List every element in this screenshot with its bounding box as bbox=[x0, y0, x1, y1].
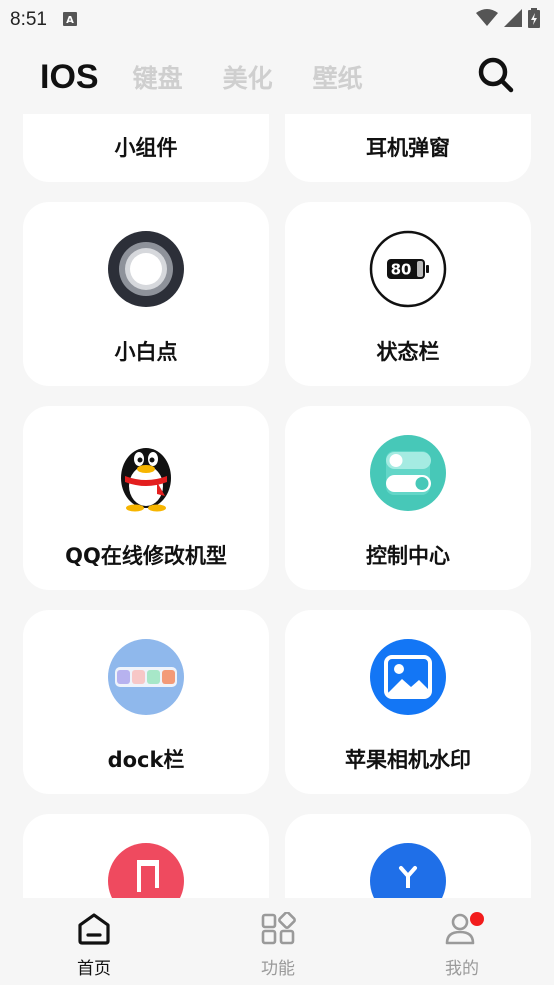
card-label: 状态栏 bbox=[376, 340, 440, 364]
search-icon bbox=[477, 56, 515, 98]
a-box-icon: A bbox=[62, 11, 77, 30]
blue-app-icon bbox=[369, 842, 447, 898]
tab-ios[interactable]: IOS bbox=[40, 58, 99, 97]
tab-keyboard[interactable]: 键盘 bbox=[133, 59, 183, 95]
assistive-touch-icon bbox=[107, 230, 185, 308]
tab-wallpaper[interactable]: 壁纸 bbox=[313, 59, 363, 95]
card-label: 小组件 bbox=[114, 136, 178, 160]
card-qq-model[interactable]: QQ在线修改机型 bbox=[23, 406, 269, 590]
card-control-center[interactable]: 控制中心 bbox=[285, 406, 531, 590]
tab-beautify[interactable]: 美化 bbox=[223, 59, 273, 95]
wifi-icon bbox=[476, 9, 498, 31]
card-label: 控制中心 bbox=[366, 544, 450, 568]
card-status-bar[interactable]: 80 状态栏 bbox=[285, 202, 531, 386]
search-button[interactable] bbox=[476, 57, 516, 97]
bottom-nav-profile[interactable]: 我的 bbox=[422, 898, 502, 985]
card-label: QQ在线修改机型 bbox=[65, 544, 227, 568]
card-blue-app[interactable] bbox=[285, 814, 531, 898]
bottom-nav-features[interactable]: 功能 bbox=[238, 898, 318, 985]
home-icon bbox=[76, 912, 112, 950]
photo-icon bbox=[369, 638, 447, 716]
control-center-toggle-icon bbox=[369, 434, 447, 512]
notification-badge bbox=[470, 912, 484, 926]
bottom-nav-label: 功能 bbox=[261, 959, 295, 979]
signal-icon bbox=[504, 9, 522, 31]
card-camera-watermark[interactable]: 苹果相机水印 bbox=[285, 610, 531, 794]
card-headphone-popup[interactable]: 耳机弹窗 bbox=[285, 114, 531, 182]
card-label: 苹果相机水印 bbox=[345, 748, 471, 772]
status-right bbox=[476, 8, 540, 32]
grid-icon bbox=[260, 911, 296, 950]
top-nav: IOS 键盘 美化 壁纸 bbox=[0, 40, 554, 114]
status-bar: 8:51 A bbox=[0, 0, 554, 40]
dock-icon bbox=[107, 638, 185, 716]
card-widget[interactable]: 小组件 bbox=[23, 114, 269, 182]
battery-level-text: 80 bbox=[391, 261, 412, 279]
bottom-nav-label: 我的 bbox=[445, 959, 479, 979]
battery-charging-icon bbox=[528, 8, 540, 32]
status-left: 8:51 A bbox=[10, 9, 77, 31]
status-bar-battery-icon: 80 bbox=[369, 230, 447, 308]
feature-grid: 小组件 耳机弹窗 小白点 80 状态栏 QQ在线修改机型 控制中心 dock栏 … bbox=[23, 114, 531, 898]
card-dock[interactable]: dock栏 bbox=[23, 610, 269, 794]
card-music[interactable] bbox=[23, 814, 269, 898]
card-label: 小白点 bbox=[114, 340, 178, 364]
qq-penguin-icon bbox=[107, 434, 185, 512]
card-label: 耳机弹窗 bbox=[366, 136, 450, 160]
feature-grid-viewport[interactable]: 小组件 耳机弹窗 小白点 80 状态栏 QQ在线修改机型 控制中心 dock栏 … bbox=[0, 114, 554, 898]
music-icon bbox=[107, 842, 185, 898]
svg-text:A: A bbox=[66, 15, 74, 26]
card-label: dock栏 bbox=[107, 748, 185, 772]
bottom-nav-home[interactable]: 首页 bbox=[54, 898, 134, 985]
bottom-nav-label: 首页 bbox=[77, 959, 111, 979]
bottom-nav: 首页 功能 我的 bbox=[0, 898, 554, 985]
card-assistive-touch[interactable]: 小白点 bbox=[23, 202, 269, 386]
status-time: 8:51 bbox=[10, 9, 47, 30]
